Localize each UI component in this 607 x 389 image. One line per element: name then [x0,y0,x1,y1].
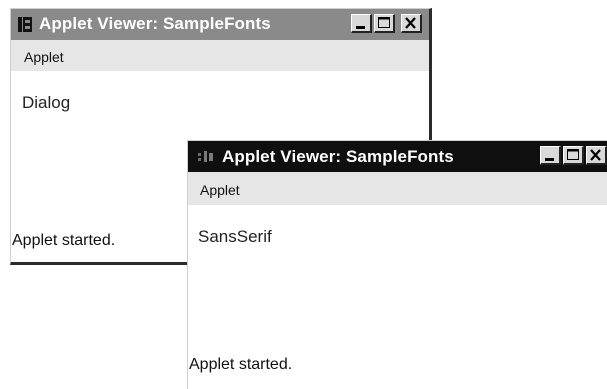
maximize-button[interactable] [374,14,395,33]
java-applet-icon[interactable] [198,149,213,164]
minimize-button[interactable] [351,14,372,33]
menu-applet[interactable]: Applet [200,182,240,198]
title-bar[interactable]: Applet Viewer: SampleFonts [188,141,607,172]
menu-bar: Applet [188,172,607,205]
applet-area: SansSerif Applet started. [188,205,607,389]
minimize-icon [356,26,365,29]
title-bar[interactable]: Applet Viewer: SampleFonts [11,9,429,40]
java-applet-icon[interactable] [18,17,32,32]
window-title: Applet Viewer: SampleFonts [39,14,271,33]
status-bar-text: Applet started. [189,356,293,373]
maximize-icon [567,149,579,160]
status-bar-text: Applet started. [12,232,116,249]
desktop: Applet Viewer: SampleFonts Applet Dialog… [0,0,607,389]
menu-applet[interactable]: Applet [24,49,64,65]
minimize-button[interactable] [540,146,561,165]
minimize-icon [545,158,554,161]
menu-bar: Applet [11,40,429,71]
maximize-button[interactable] [563,146,584,165]
applet-viewer-window-sansserif[interactable]: Applet Viewer: SampleFonts Applet SansSe… [187,140,607,389]
font-name-label: Dialog [22,93,71,112]
close-button[interactable] [586,146,607,165]
close-icon [405,17,416,29]
window-title: Applet Viewer: SampleFonts [222,147,454,166]
font-name-label: SansSerif [198,227,272,246]
maximize-icon [378,17,390,28]
close-button[interactable] [401,14,422,33]
close-icon [590,149,601,161]
